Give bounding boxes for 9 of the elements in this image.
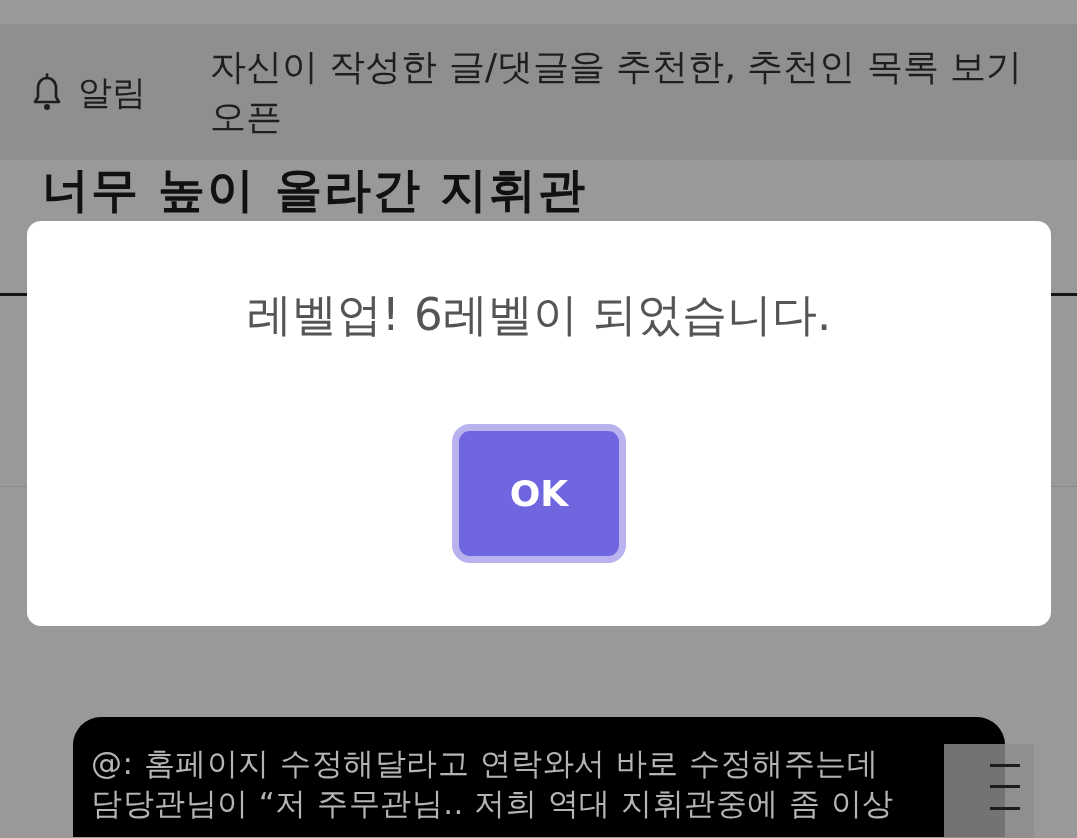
- post-title: 너무 높이 올라간 지휘관: [42, 162, 589, 218]
- menu-button[interactable]: [944, 744, 1034, 838]
- notice-message: 자신이 작성한 글/댓글을 추천한, 추천인 목록 보기 오픈: [210, 45, 1024, 139]
- ok-button[interactable]: OK: [452, 424, 626, 563]
- notice-label: 알림: [78, 71, 146, 114]
- menu-icon: [990, 764, 1020, 810]
- quote-line: @: 홈페이지 수정해달라고 연락와서 바로 수정해주는데: [91, 744, 880, 783]
- dialog-message: 레벨업! 6레벨이 되었습니다.: [246, 287, 832, 343]
- quote-line: 담당관님이 “저 주무관님.. 저희 역대 지휘관중에 좀 이상: [91, 784, 895, 823]
